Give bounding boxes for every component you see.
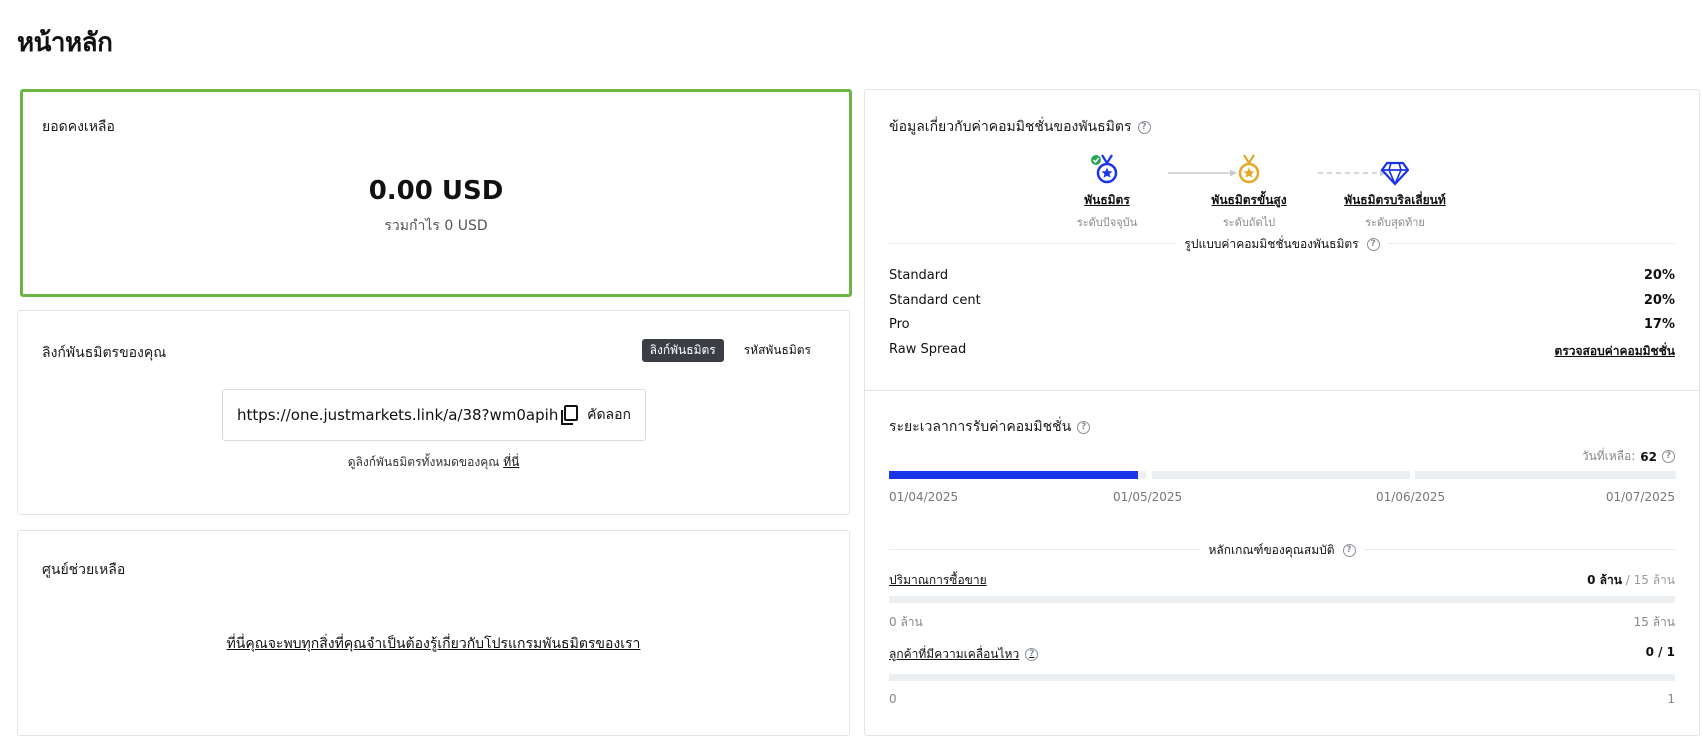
criterion-label-link[interactable]: ปริมาณการซื้อขาย	[889, 571, 987, 590]
partner-link-url[interactable]: https://one.justmarkets.link/a/38?wm0api…	[237, 406, 559, 424]
rates-title-row: รูปแบบค่าคอมมิชชั่นของพันธมิตร?	[865, 235, 1699, 254]
copy-icon	[561, 405, 579, 425]
balance-card: ยอดคงเหลือ 0.00 USD รวมกำไร 0 USD	[20, 89, 852, 297]
period-segment-fill	[889, 471, 1139, 479]
copy-button[interactable]: คัดลอก	[559, 404, 631, 426]
rate-row: Standard cent 20%	[889, 293, 1675, 308]
criterion-max: 15 ล้าน	[1633, 615, 1675, 629]
criteria-title-row: หลักเกณฑ์ของคุณสมบัติ?	[865, 541, 1699, 560]
balance-subtitle: รวมกำไร 0 USD	[384, 218, 488, 234]
tab-partner-code[interactable]: รหัสพันธมิตร	[736, 339, 819, 362]
help-icon[interactable]: ?	[1662, 450, 1675, 463]
criterion-range: 0 ล้าน 15 ล้าน	[889, 613, 1675, 632]
rate-label: Standard cent	[889, 293, 981, 308]
commission-period-card: ระยะเวลาการรับค่าคอมมิชชั่น ? วันที่เหลื…	[864, 390, 1700, 736]
period-date: 01/05/2025	[1113, 490, 1183, 504]
tier-name[interactable]: พันธมิตรขั้นสูง	[1179, 191, 1319, 210]
balance-title: ยอดคงเหลือ	[42, 119, 115, 135]
help-icon[interactable]: ?	[1342, 544, 1356, 557]
criterion-range: 0 1	[889, 692, 1675, 706]
partner-link-note: ดูลิงก์พันธมิตรทั้งหมดของคุณ ที่นี่	[18, 453, 849, 472]
rates-title: รูปแบบค่าคอมมิชชั่นของพันธมิตร	[1184, 237, 1359, 251]
period-segment	[1152, 471, 1410, 479]
days-left-value: 62	[1640, 449, 1657, 464]
tier-brilliant-partner: พันธมิตรบริลเลี่ยนท์ ระดับสุดท้าย	[1325, 154, 1465, 231]
criteria-title: หลักเกณฑ์ของคุณสมบัติ	[1208, 543, 1335, 557]
page-title: หน้าหลัก	[17, 28, 113, 58]
copy-label: คัดลอก	[587, 407, 631, 423]
rate-label: Pro	[889, 317, 910, 332]
help-center-link[interactable]: ที่นี่คุณจะพบทุกสิ่งที่คุณจำเป็นต้องรู้เ…	[18, 633, 849, 655]
period-date: 01/07/2025	[1605, 490, 1675, 504]
tier-status: ระดับถัดไป	[1222, 216, 1276, 229]
diamond-icon	[1381, 161, 1409, 186]
partner-link-title: ลิงก์พันธมิตรของคุณ	[42, 345, 167, 361]
help-icon[interactable]: ?	[1077, 420, 1091, 434]
check-commission-link[interactable]: ตรวจสอบค่าคอมมิชชั่น	[1555, 342, 1675, 361]
gold-medal-icon	[1238, 154, 1260, 184]
rate-label: Standard	[889, 268, 949, 283]
partner-link-field[interactable]: https://one.justmarkets.link/a/38?wm0api…	[222, 389, 646, 441]
rate-row-raw-spread: Raw Spread ตรวจสอบค่าคอมมิชชั่น	[889, 342, 1675, 361]
criterion-active-clients: ลูกค้าที่มีความเคลื่อนไหว? 0 / 1	[889, 645, 1675, 664]
criterion-max: 1	[1667, 692, 1675, 706]
criterion-label: ปริมาณการซื้อขาย	[889, 573, 987, 587]
period-title: ระยะเวลาการรับค่าคอมมิชชั่น	[889, 419, 1072, 435]
help-icon[interactable]: ?	[1366, 238, 1380, 251]
period-date: 01/04/2025	[889, 490, 959, 504]
link-tabs: ลิงก์พันธมิตร รหัสพันธมิตร	[641, 339, 819, 362]
commission-info-card: ข้อมูลเกี่ยวกับค่าคอมมิชชั่นของพันธมิตร …	[864, 89, 1700, 390]
criterion-value: 0 / 1	[1646, 645, 1675, 664]
help-center-card: ศูนย์ช่วยเหลือ ที่นี่คุณจะพบทุกสิ่งที่คุ…	[17, 530, 850, 736]
criterion-label-link[interactable]: ลูกค้าที่มีความเคลื่อนไหว?	[889, 645, 1039, 664]
tier-name[interactable]: พันธมิตรบริลเลี่ยนท์	[1325, 191, 1465, 210]
help-icon[interactable]: ?	[1025, 648, 1039, 661]
days-left-label: วันที่เหลือ:	[1581, 449, 1636, 463]
blue-medal-icon	[1091, 154, 1118, 184]
rate-value: 20%	[1643, 268, 1675, 283]
criterion-label: ลูกค้าที่มีความเคลื่อนไหว	[889, 647, 1020, 661]
criterion-progress-bar	[889, 596, 1675, 603]
criterion-trading-volume: ปริมาณการซื้อขาย 0 ล้าน / 15 ล้าน	[889, 571, 1675, 590]
rate-row: Standard 20%	[889, 268, 1675, 283]
period-title-row: ระยะเวลาการรับค่าคอมมิชชั่น ?	[889, 416, 1091, 438]
tier-name[interactable]: พันธมิตร	[1037, 191, 1177, 210]
all-links-link[interactable]: ที่นี่	[503, 455, 519, 469]
link-note-text: ดูลิงก์พันธมิตรทั้งหมดของคุณ	[347, 455, 500, 469]
criterion-current: 0 ล้าน	[1587, 573, 1622, 587]
criterion-progress-bar	[889, 674, 1675, 681]
criterion-min: 0	[889, 692, 897, 706]
rate-value: 17%	[1643, 317, 1675, 332]
rate-row: Pro 17%	[889, 317, 1675, 332]
tier-status: ระดับปัจจุบัน	[1076, 216, 1138, 229]
commission-title-row: ข้อมูลเกี่ยวกับค่าคอมมิชชั่นของพันธมิตร …	[889, 116, 1151, 138]
balance-amount: 0.00 USD	[368, 176, 504, 206]
help-icon[interactable]: ?	[1137, 120, 1151, 134]
period-segment	[1415, 471, 1676, 479]
period-segment	[889, 471, 1146, 479]
tier-partner: พันธมิตร ระดับปัจจุบัน	[1037, 154, 1177, 231]
criterion-target: / 15 ล้าน	[1625, 573, 1675, 587]
criterion-current: 0 / 1	[1645, 645, 1675, 659]
commission-title: ข้อมูลเกี่ยวกับค่าคอมมิชชั่นของพันธมิตร	[889, 119, 1132, 135]
criterion-min: 0 ล้าน	[889, 615, 923, 629]
criterion-value: 0 ล้าน / 15 ล้าน	[1587, 571, 1675, 590]
tier-status: ระดับสุดท้าย	[1365, 216, 1425, 229]
days-left: วันที่เหลือ: 62 ?	[1582, 447, 1675, 466]
period-date: 01/06/2025	[1376, 490, 1446, 504]
rate-value: 20%	[1643, 293, 1675, 308]
tab-partner-link[interactable]: ลิงก์พันธมิตร	[641, 339, 724, 362]
help-center-title: ศูนย์ช่วยเหลือ	[42, 562, 126, 578]
tier-advanced-partner: พันธมิตรขั้นสูง ระดับถัดไป	[1179, 154, 1319, 231]
partner-link-card: ลิงก์พันธมิตรของคุณ ลิงก์พันธมิตร รหัสพั…	[17, 310, 850, 515]
rate-label: Raw Spread	[889, 342, 967, 357]
